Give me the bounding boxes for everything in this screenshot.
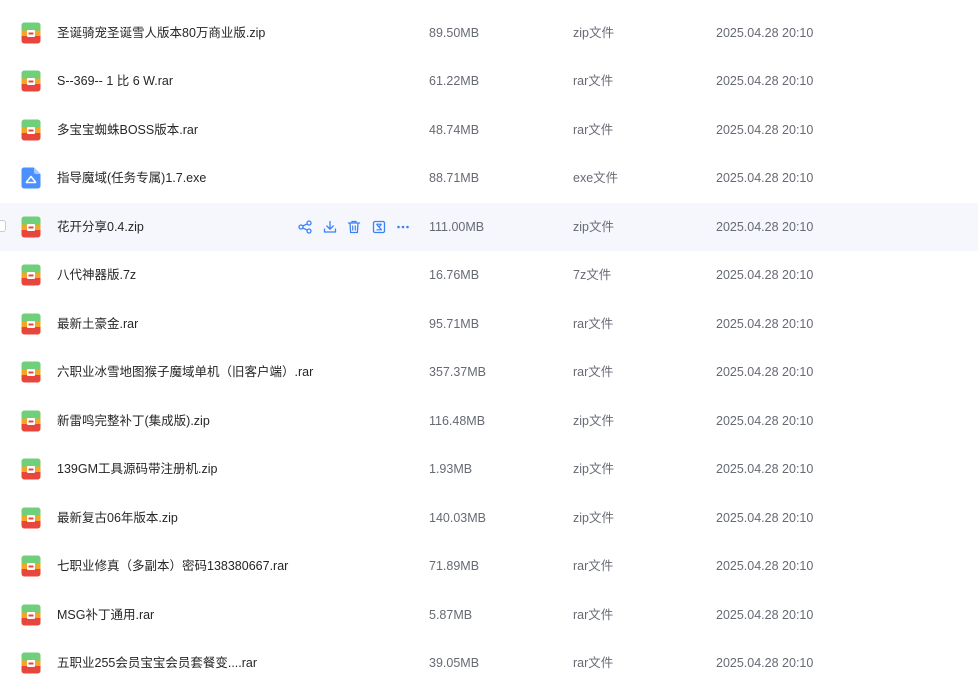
archive-icon: [21, 70, 41, 92]
file-name[interactable]: 最新土豪金.rar: [57, 300, 138, 348]
file-name[interactable]: 新雷鸣完整补丁(集成版).zip: [57, 397, 210, 445]
file-size: 116.48MB: [429, 413, 486, 428]
file-name[interactable]: MSG补丁通用.rar: [57, 591, 154, 639]
delete-icon[interactable]: [346, 219, 362, 235]
file-size: 1.93MB: [429, 462, 473, 476]
file-name[interactable]: 最新复古06年版本.zip: [57, 494, 178, 542]
archive-icon: [21, 604, 41, 626]
file-row[interactable]: 花开分享0.4.zip 111.00MB zip文件 2025.04.28 20:10: [0, 202, 978, 251]
file-size: 48.74MB: [429, 122, 480, 137]
file-size: 39.05MB: [429, 656, 480, 670]
file-type: exe文件: [573, 171, 619, 185]
file-row[interactable]: 八代神器版.7z 16.76MB 7z文件 2025.04.28 20:10: [0, 251, 978, 299]
file-name[interactable]: 七职业修真（多副本）密码138380667.rar: [57, 542, 288, 590]
file-type: rar文件: [573, 316, 614, 331]
row-checkbox[interactable]: [0, 219, 6, 232]
archive-icon: [21, 313, 41, 335]
file-type: rar文件: [573, 607, 614, 622]
file-type: zip文件: [573, 413, 614, 428]
file-type: rar文件: [573, 365, 614, 379]
share-icon[interactable]: [297, 219, 313, 235]
file-date: 2025.04.28 20:10: [716, 268, 814, 282]
file-row[interactable]: S--369-- 1 比 6 W.rar 61.22MB rar文件 2025.04.…: [0, 57, 978, 105]
file-type: rar文件: [573, 74, 614, 88]
file-date: 2025.04.28 20:10: [716, 219, 814, 234]
file-row[interactable]: 六职业冰雪地图猴子魔域单机（旧客户端）.rar 357.37MB rar文件 2025…: [0, 348, 978, 396]
file-type: zip文件: [573, 219, 614, 234]
archive-icon: [21, 555, 41, 577]
file-size: 61.22MB: [429, 74, 480, 88]
file-date: 2025.04.28 20:10: [716, 656, 814, 670]
file-list: 圣诞骑宠圣诞雪人版本80万商业版.zip 89.50MB zip文件 2025.04.…: [0, 0, 980, 684]
file-row[interactable]: 七职业修真（多副本）密码138380667.rar 71.89MB rar文件 202…: [0, 542, 978, 590]
file-name[interactable]: 139GM工具源码带注册机.zip: [57, 445, 217, 493]
file-row[interactable]: MSG补丁通用.rar 5.87MB rar文件 2025.04.28 20:10: [0, 591, 978, 639]
file-date: 2025.04.28 20:10: [716, 122, 814, 137]
file-date: 2025.04.28 20:10: [716, 171, 814, 185]
file-type: zip文件: [573, 510, 614, 525]
file-size: 71.89MB: [429, 559, 480, 573]
file-date: 2025.04.28 20:10: [716, 413, 814, 428]
file-date: 2025.04.28 20:10: [716, 510, 814, 525]
file-date: 2025.04.28 20:10: [716, 74, 814, 88]
file-type: rar文件: [573, 656, 614, 670]
file-size: 89.50MB: [429, 25, 480, 40]
file-size: 111.00MB: [429, 219, 485, 234]
extract-icon[interactable]: [371, 219, 387, 235]
archive-icon: [21, 507, 41, 529]
archive-icon: [21, 264, 41, 286]
file-date: 2025.04.28 20:10: [716, 559, 814, 573]
file-type: rar文件: [573, 559, 614, 573]
file-row[interactable]: 指导魔域(任务专属)1.7.exe 88.71MB exe文件 2025.04.28 …: [0, 154, 978, 202]
file-row[interactable]: 圣诞骑宠圣诞雪人版本80万商业版.zip 89.50MB zip文件 2025.04.…: [0, 9, 978, 57]
archive-icon: [21, 22, 41, 44]
file-name[interactable]: 多宝宝蜘蛛BOSS版本.rar: [57, 106, 198, 154]
file-type: rar文件: [573, 122, 614, 137]
file-date: 2025.04.28 20:10: [716, 365, 814, 379]
file-size: 88.71MB: [429, 171, 480, 185]
download-icon[interactable]: [322, 219, 338, 235]
archive-icon: [21, 458, 41, 480]
exe-icon: [21, 167, 41, 189]
file-date: 2025.04.28 20:10: [716, 25, 814, 40]
more-icon[interactable]: [395, 219, 411, 235]
file-type: zip文件: [573, 25, 614, 40]
file-size: 16.76MB: [429, 268, 480, 282]
archive-icon: [21, 361, 41, 383]
file-name[interactable]: 五职业255会员宝宝会员套餐变....rar: [57, 639, 257, 684]
file-name[interactable]: 花开分享0.4.zip: [57, 203, 144, 251]
file-name[interactable]: 八代神器版.7z: [57, 251, 136, 299]
file-row[interactable]: 新雷鸣完整补丁(集成版).zip 116.48MB zip文件 2025.04.28 …: [0, 397, 978, 445]
archive-icon: [21, 119, 41, 141]
file-type: zip文件: [573, 462, 614, 476]
file-name[interactable]: 六职业冰雪地图猴子魔域单机（旧客户端）.rar: [57, 348, 313, 396]
file-row[interactable]: 最新复古06年版本.zip 140.03MB zip文件 2025.04.28 20:…: [0, 494, 978, 542]
file-date: 2025.04.28 20:10: [716, 316, 814, 331]
archive-icon: [21, 216, 41, 238]
file-type: 7z文件: [573, 268, 612, 282]
file-date: 2025.04.28 20:10: [716, 462, 814, 476]
file-size: 95.71MB: [429, 316, 480, 331]
file-name[interactable]: 圣诞骑宠圣诞雪人版本80万商业版.zip: [57, 9, 265, 57]
file-name[interactable]: S--369-- 1 比 6 W.rar: [57, 57, 173, 105]
file-name[interactable]: 指导魔域(任务专属)1.7.exe: [57, 154, 206, 202]
row-actions: [297, 217, 420, 237]
file-row[interactable]: 多宝宝蜘蛛BOSS版本.rar 48.74MB rar文件 2025.04.28 20…: [0, 106, 978, 154]
file-size: 357.37MB: [429, 365, 486, 379]
file-size: 5.87MB: [429, 607, 473, 622]
file-row[interactable]: 139GM工具源码带注册机.zip 1.93MB zip文件 2025.04.28 2…: [0, 445, 978, 493]
file-row[interactable]: 最新土豪金.rar 95.71MB rar文件 2025.04.28 20:10: [0, 300, 978, 348]
file-row[interactable]: 五职业255会员宝宝会员套餐变....rar 39.05MB rar文件 2025.0…: [0, 639, 978, 684]
archive-icon: [21, 410, 41, 432]
file-date: 2025.04.28 20:10: [716, 607, 814, 622]
file-size: 140.03MB: [429, 510, 486, 525]
archive-icon: [21, 652, 41, 674]
